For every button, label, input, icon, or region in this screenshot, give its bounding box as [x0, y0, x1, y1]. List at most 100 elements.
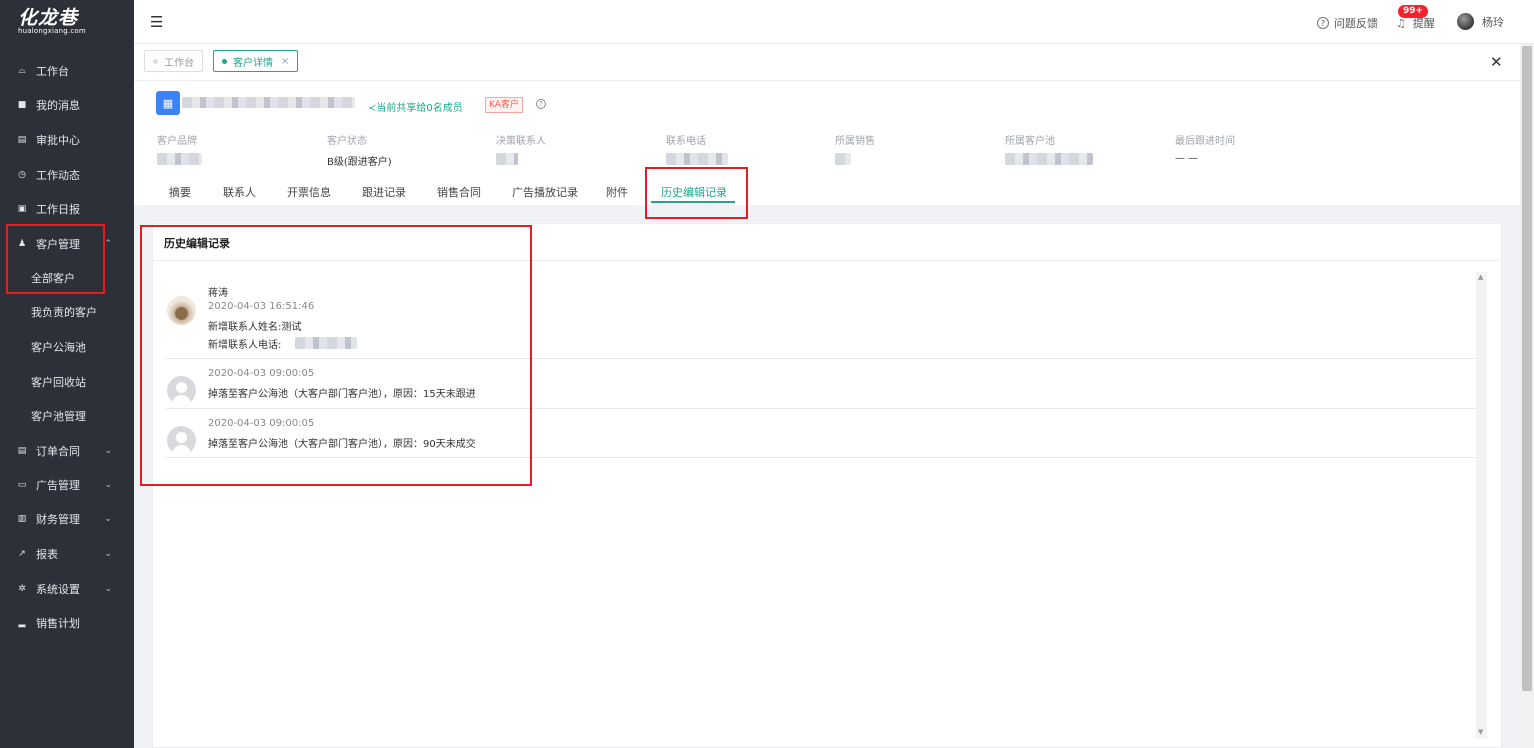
sales-plan-icon: ▂: [18, 618, 26, 628]
question-icon: ?: [1317, 17, 1329, 29]
sidebar-item-label: 审批中心: [36, 134, 80, 147]
calendar-icon: ▣: [17, 204, 27, 214]
scrollbar-thumb[interactable]: [1522, 46, 1532, 691]
logo-text: 化龙巷: [18, 7, 79, 29]
ka-badge: KA客户: [485, 97, 523, 113]
clock-icon: ◷: [18, 170, 26, 180]
sidebar-item-label: 报表: [36, 548, 58, 561]
tag-customer-detail[interactable]: 客户详情 ×: [213, 50, 299, 72]
share-link[interactable]: ≺当前共享给0名成员: [368, 99, 463, 114]
tab-followup[interactable]: 跟进记录: [362, 184, 406, 200]
report-icon: ↗: [18, 549, 26, 559]
sidebar-item-messages[interactable]: ■ 我的消息: [0, 88, 134, 122]
field-label-decision-contact: 决策联系人: [496, 136, 546, 147]
chevron-down-icon: ⌄: [104, 549, 112, 559]
highlight-box-history-section: [140, 225, 532, 486]
feedback-label: 问题反馈: [1334, 17, 1378, 30]
tab-attachments[interactable]: 附件: [606, 184, 628, 200]
chevron-down-icon: ⌄: [104, 480, 112, 490]
field-value-phone-redacted: [666, 153, 728, 165]
dot-icon: [222, 58, 227, 64]
dot-icon: [153, 58, 158, 64]
field-label-last-followup: 最后跟进时间: [1175, 136, 1235, 147]
sidebar-item-label: 我的消息: [36, 99, 80, 112]
field-label-pool: 所属客户池: [1005, 136, 1055, 147]
approval-icon: ▤: [17, 135, 27, 145]
sidebar-item-label: 广告管理: [36, 479, 80, 492]
tag-label: 客户详情: [233, 57, 273, 69]
sidebar-item-daily-report[interactable]: ▣ 工作日报: [0, 192, 134, 226]
chevron-down-icon: ⌄: [104, 514, 112, 524]
sidebar-item-ads[interactable]: ▭ 广告管理 ⌄: [0, 468, 134, 502]
bell-icon: ♫: [1396, 16, 1406, 30]
tag-workbench[interactable]: 工作台: [144, 50, 203, 72]
sidebar: 化龙巷 hualongxiang.com ⌓ 工作台 ■ 我的消息 ▤ 审批中心…: [0, 0, 134, 748]
sidebar-item-sales-plan[interactable]: ▂ 销售计划: [0, 606, 134, 640]
field-value-brand-redacted: [157, 153, 202, 165]
tab-summary[interactable]: 摘要: [169, 184, 191, 200]
detail-tabs: 摘要 联系人 开票信息 跟进记录 销售合同 广告播放记录 附件 历史编辑记录: [134, 177, 1520, 205]
sidebar-item-label: 系统设置: [36, 583, 80, 596]
sidebar-item-label: 工作动态: [36, 169, 80, 182]
field-value-status: B级(跟进客户): [327, 157, 392, 168]
chevron-down-icon: ⌄: [104, 584, 112, 594]
sidebar-item-label: 工作日报: [36, 203, 80, 216]
sidebar-subitem-recycle-bin[interactable]: 客户回收站: [0, 365, 134, 399]
field-label-brand: 客户品牌: [157, 136, 197, 147]
customer-name-redacted: [182, 97, 355, 108]
sidebar-item-orders[interactable]: ▤ 订单合同 ⌄: [0, 434, 134, 468]
finance-icon: ▥: [17, 514, 27, 524]
field-label-status: 客户状态: [327, 136, 367, 147]
sidebar-item-label: 工作台: [36, 65, 69, 78]
sidebar-subitem-pool-management[interactable]: 客户池管理: [0, 399, 134, 433]
sidebar-subitem-public-pool[interactable]: 客户公海池: [0, 330, 134, 364]
notification-badge: 99+: [1398, 5, 1429, 18]
building-icon: ▦: [156, 91, 180, 115]
field-value-last-followup: — —: [1175, 153, 1199, 164]
sidebar-item-reports[interactable]: ↗ 报表 ⌄: [0, 537, 134, 571]
field-label-sales: 所属销售: [835, 136, 875, 147]
sidebar-item-finance[interactable]: ▥ 财务管理 ⌄: [0, 502, 134, 536]
tab-ad-playback[interactable]: 广告播放记录: [512, 184, 578, 200]
logo: 化龙巷 hualongxiang.com: [18, 7, 98, 36]
sidebar-item-approval[interactable]: ▤ 审批中心: [0, 123, 134, 157]
highlight-box-history-tab: [645, 167, 748, 219]
scroll-up-icon[interactable]: ▲: [1478, 273, 1483, 281]
field-label-phone: 联系电话: [666, 136, 706, 147]
close-icon[interactable]: ✕: [1490, 53, 1503, 71]
scroll-down-icon[interactable]: ▼: [1478, 728, 1483, 736]
history-scrollbar[interactable]: ▲ ▼: [1476, 272, 1487, 739]
sidebar-item-label: 销售计划: [36, 617, 80, 630]
message-icon: ■: [17, 100, 27, 110]
ad-icon: ▭: [17, 480, 27, 490]
settings-icon: ✲: [18, 584, 26, 594]
logo-subtext: hualongxiang.com: [18, 27, 86, 35]
tags-bar: 工作台 客户详情 × ✕: [134, 44, 1520, 81]
close-icon[interactable]: ×: [281, 56, 289, 67]
highlight-box-customer-management: [6, 224, 105, 294]
user-menu[interactable]: 杨玲: [1457, 13, 1504, 30]
sidebar-item-workbench[interactable]: ⌓ 工作台: [0, 54, 134, 88]
sidebar-subitem-my-customers[interactable]: 我负责的客户: [0, 295, 134, 329]
top-header: ☰ ? 问题反馈 ♫ 提醒 99+ 杨玲: [134, 0, 1534, 44]
help-icon[interactable]: ?: [536, 99, 546, 109]
field-value-contact-redacted: [496, 153, 518, 165]
chevron-down-icon: ⌄: [104, 446, 112, 456]
page-scrollbar[interactable]: [1520, 44, 1534, 748]
customer-header: ▦ ≺当前共享给0名成员 KA客户 ? 客户品牌 客户状态 B级(跟进客户) 决…: [134, 81, 1520, 205]
tab-contacts[interactable]: 联系人: [223, 184, 256, 200]
share-text: 当前共享给0名成员: [376, 103, 463, 114]
dashboard-icon: ⌓: [18, 66, 26, 76]
feedback-button[interactable]: ? 问题反馈: [1317, 15, 1378, 31]
hamburger-icon[interactable]: ☰: [150, 13, 163, 31]
order-icon: ▤: [17, 446, 27, 456]
sidebar-item-label: 财务管理: [36, 513, 80, 526]
chevron-up-icon: ⌃: [104, 239, 112, 249]
sidebar-item-settings[interactable]: ✲ 系统设置 ⌄: [0, 572, 134, 606]
tag-label: 工作台: [164, 57, 194, 69]
username: 杨玲: [1482, 15, 1504, 29]
field-value-pool-redacted: [1005, 153, 1093, 165]
tab-invoice[interactable]: 开票信息: [287, 184, 331, 200]
sidebar-item-activity[interactable]: ◷ 工作动态: [0, 158, 134, 192]
tab-contracts[interactable]: 销售合同: [437, 184, 481, 200]
